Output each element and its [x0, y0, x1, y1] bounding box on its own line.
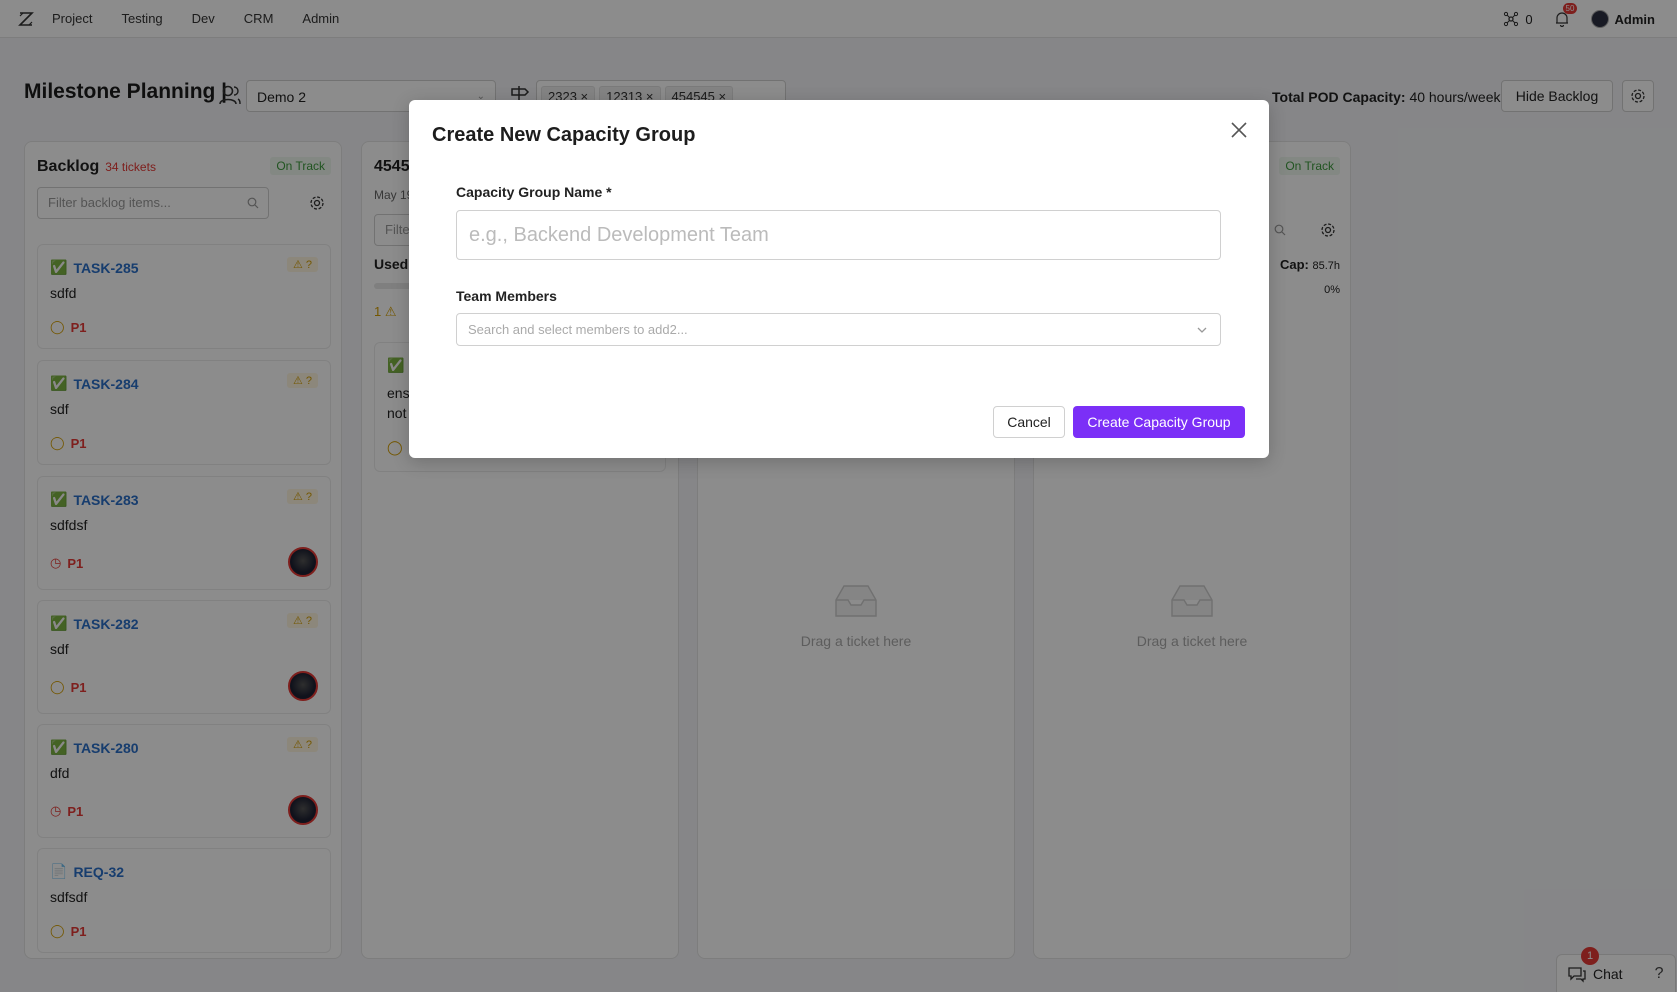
cancel-button[interactable]: Cancel — [993, 406, 1065, 438]
close-icon — [1231, 122, 1247, 138]
capacity-group-name-label: Capacity Group Name * — [456, 184, 612, 200]
capacity-group-name-input[interactable] — [456, 210, 1221, 260]
create-capacity-group-button[interactable]: Create Capacity Group — [1073, 406, 1245, 438]
team-members-label: Team Members — [456, 288, 557, 304]
close-button[interactable] — [1225, 116, 1253, 144]
team-members-select[interactable]: Search and select members to add2... — [456, 313, 1221, 346]
chevron-down-icon — [1197, 327, 1207, 333]
modal-title: Create New Capacity Group — [432, 124, 696, 146]
create-capacity-group-modal: Create New Capacity Group Capacity Group… — [409, 100, 1269, 458]
